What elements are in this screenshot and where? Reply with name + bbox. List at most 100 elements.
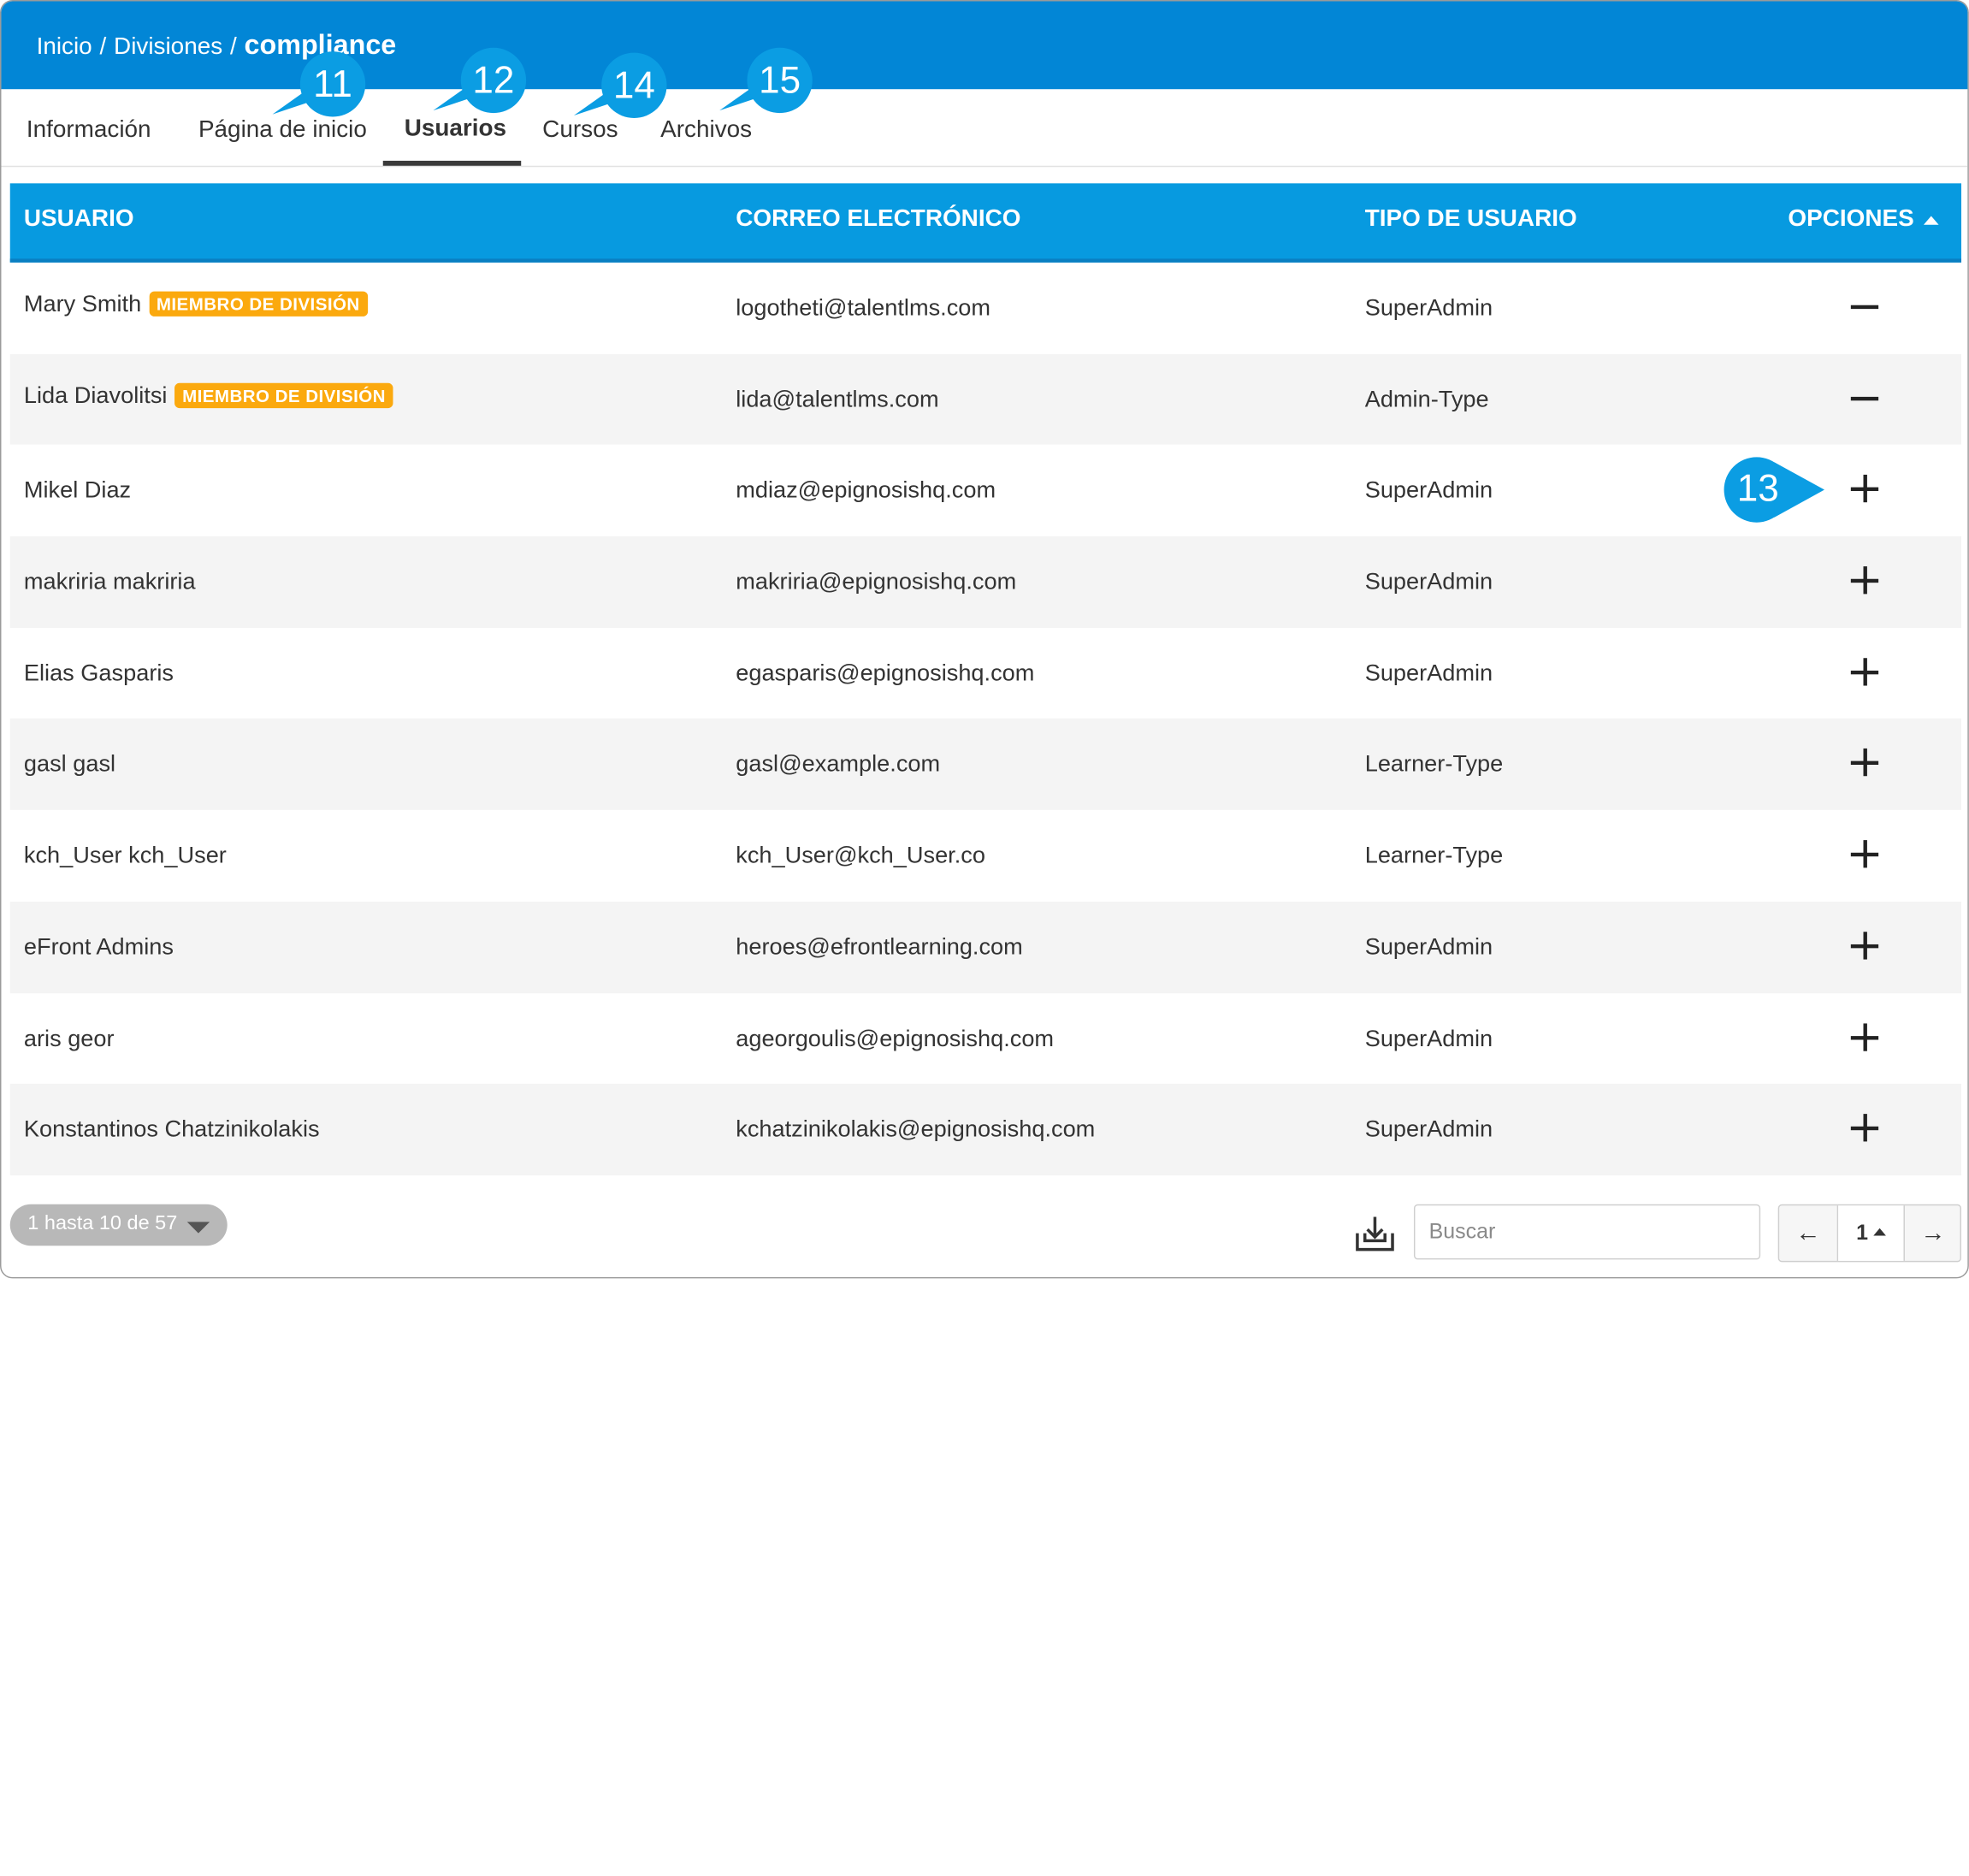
download-tray-icon[interactable] — [1355, 1216, 1395, 1253]
callout-label: 11 — [313, 63, 352, 106]
user-name[interactable]: Elias Gasparis — [24, 659, 174, 685]
current-page-number: 1 — [1856, 1220, 1868, 1245]
minus-icon — [1850, 384, 1879, 411]
user-type-cell: SuperAdmin — [1364, 567, 1493, 595]
tab-informacion[interactable]: Información — [27, 117, 151, 145]
prev-page-button[interactable]: ← — [1779, 1205, 1837, 1261]
table-row: Mikel Diaz mdiaz@epignosishq.com SuperAdmi… — [10, 445, 1961, 536]
add-user-button[interactable] — [1850, 749, 1879, 777]
callout-label: 14 — [612, 65, 655, 107]
email-cell: ageorgoulis@epignosishq.com — [736, 1024, 1055, 1050]
user-name[interactable]: makriria makriria — [24, 568, 196, 595]
breadcrumb-home[interactable]: Inicio — [37, 34, 92, 61]
icon-stroke — [1862, 931, 1867, 960]
email-cell: makriria@epignosishq.com — [736, 567, 1017, 595]
callout-12: 12 — [431, 45, 539, 126]
division-member-badge: MIEMBRO DE DIVISIÓN — [149, 291, 368, 317]
add-user-button[interactable] — [1850, 931, 1879, 960]
email-cell: kchatzinikolakis@epignosishq.com — [736, 1115, 1096, 1142]
plus-icon — [1850, 1022, 1879, 1050]
user-name[interactable]: Mary Smith — [24, 290, 141, 317]
column-header-user[interactable]: USUARIO — [24, 206, 134, 234]
pagination: ← 1 → — [1777, 1204, 1962, 1263]
minus-icon — [1850, 293, 1879, 320]
icon-stroke — [1862, 749, 1867, 777]
column-header-email[interactable]: CORREO ELECTRÓNICO — [736, 206, 1020, 234]
user-type-cell: SuperAdmin — [1364, 1115, 1493, 1142]
user-type-cell: SuperAdmin — [1364, 932, 1493, 960]
users-table: USUARIO CORREO ELECTRÓNICO TIPO DE USUAR… — [9, 183, 1962, 1175]
remove-user-button[interactable] — [1850, 293, 1879, 320]
table-row: Elias Gasparis egasparis@epignosishq.com S… — [10, 628, 1961, 719]
division-users-panel: Inicio / Divisiones / compliance Información… — [0, 0, 1969, 1279]
user-name[interactable]: eFront Admins — [24, 932, 174, 959]
column-header-type[interactable]: TIPO DE USUARIO — [1365, 206, 1577, 234]
search-input[interactable] — [1413, 1204, 1761, 1260]
caret-up-icon[interactable] — [1923, 216, 1939, 225]
table-row: eFront Admins heroes@efrontlearning.com Su… — [9, 901, 1962, 993]
user-name[interactable]: Mikel Diaz — [24, 476, 131, 503]
remove-user-button[interactable] — [1850, 384, 1879, 411]
table-row: makriria makriria makriria@epignosishq.co… — [9, 536, 1962, 628]
caret-up-icon — [1872, 1228, 1886, 1236]
range-label: 1 hasta 10 de 57 — [27, 1213, 178, 1235]
icon-stroke — [1850, 396, 1879, 400]
icon-stroke — [1862, 657, 1867, 686]
breadcrumb-divisions[interactable]: Divisiones — [114, 34, 222, 61]
user-cell: Elias Gasparis — [24, 659, 174, 686]
user-name[interactable]: Lida Diavolitsi — [24, 382, 168, 408]
plus-icon — [1850, 931, 1879, 960]
icon-stroke — [1850, 305, 1879, 310]
plus-icon — [1850, 566, 1879, 595]
user-type-cell: Learner-Type — [1364, 841, 1504, 868]
user-cell: gasl gasl — [24, 750, 115, 778]
current-page-button[interactable]: 1 — [1838, 1205, 1904, 1261]
icon-stroke — [1862, 1114, 1867, 1142]
breadcrumb-separator: / — [99, 33, 107, 61]
screen: Inicio / Divisiones / compliance Información… — [0, 0, 1969, 1876]
icon-stroke — [1862, 475, 1867, 503]
email-cell: heroes@efrontlearning.com — [736, 932, 1023, 960]
table-row: kch_User kch_User kch_User@kch_User.co Lea… — [10, 810, 1961, 902]
user-cell: Mary Smith MIEMBRO DE DIVISIÓN — [24, 290, 368, 317]
table-row: Lida Diavolitsi MIEMBRO DE DIVISIÓN lida@t… — [9, 353, 1962, 446]
add-user-button[interactable] — [1850, 657, 1879, 686]
user-name[interactable]: kch_User kch_User — [24, 842, 227, 868]
email-cell: logotheti@talentlms.com — [736, 293, 991, 321]
table-body: Mary Smith MIEMBRO DE DIVISIÓN logotheti@t… — [9, 263, 1962, 1175]
icon-stroke — [1862, 566, 1867, 595]
page-size-dropdown[interactable]: 1 hasta 10 de 57 — [9, 1204, 228, 1246]
user-name[interactable]: gasl gasl — [24, 750, 115, 777]
add-user-button[interactable] — [1850, 1114, 1879, 1142]
column-header-options[interactable]: OPCIONES — [1788, 206, 1913, 234]
active-tab-indicator — [382, 160, 522, 166]
user-cell: kch_User kch_User — [24, 842, 227, 869]
add-user-button[interactable] — [1850, 1022, 1879, 1050]
email-cell: egasparis@epignosishq.com — [736, 659, 1035, 686]
icon-stroke — [1862, 1022, 1867, 1050]
user-cell: Konstantinos Chatzinikolakis — [24, 1116, 320, 1143]
email-cell: kch_User@kch_User.co — [736, 841, 985, 868]
plus-icon — [1850, 657, 1879, 686]
callout-13: 13 — [1722, 456, 1830, 526]
user-cell: makriria makriria — [24, 568, 196, 595]
callout-15: 15 — [717, 45, 825, 126]
user-type-cell: Admin-Type — [1364, 385, 1489, 412]
email-cell: gasl@example.com — [736, 750, 941, 777]
callout-label: 15 — [759, 60, 801, 102]
plus-icon — [1850, 1114, 1879, 1142]
table-header: USUARIO CORREO ELECTRÓNICO TIPO DE USUAR… — [9, 183, 1962, 263]
user-cell: Lida Diavolitsi MIEMBRO DE DIVISIÓN — [24, 382, 393, 409]
user-type-cell: Learner-Type — [1364, 750, 1504, 777]
next-page-button[interactable]: → — [1905, 1205, 1961, 1261]
table-row: gasl gasl gasl@example.com Learner-Type — [9, 719, 1962, 811]
add-user-button[interactable] — [1850, 566, 1879, 595]
add-user-button[interactable] — [1850, 840, 1879, 868]
add-user-button[interactable] — [1850, 475, 1879, 503]
caret-down-icon — [186, 1222, 210, 1234]
user-cell: aris geor — [24, 1024, 115, 1051]
division-member-badge: MIEMBRO DE DIVISIÓN — [174, 382, 393, 408]
email-cell: mdiaz@epignosishq.com — [736, 476, 996, 503]
user-name[interactable]: Konstantinos Chatzinikolakis — [24, 1116, 320, 1142]
user-name[interactable]: aris geor — [24, 1024, 115, 1050]
